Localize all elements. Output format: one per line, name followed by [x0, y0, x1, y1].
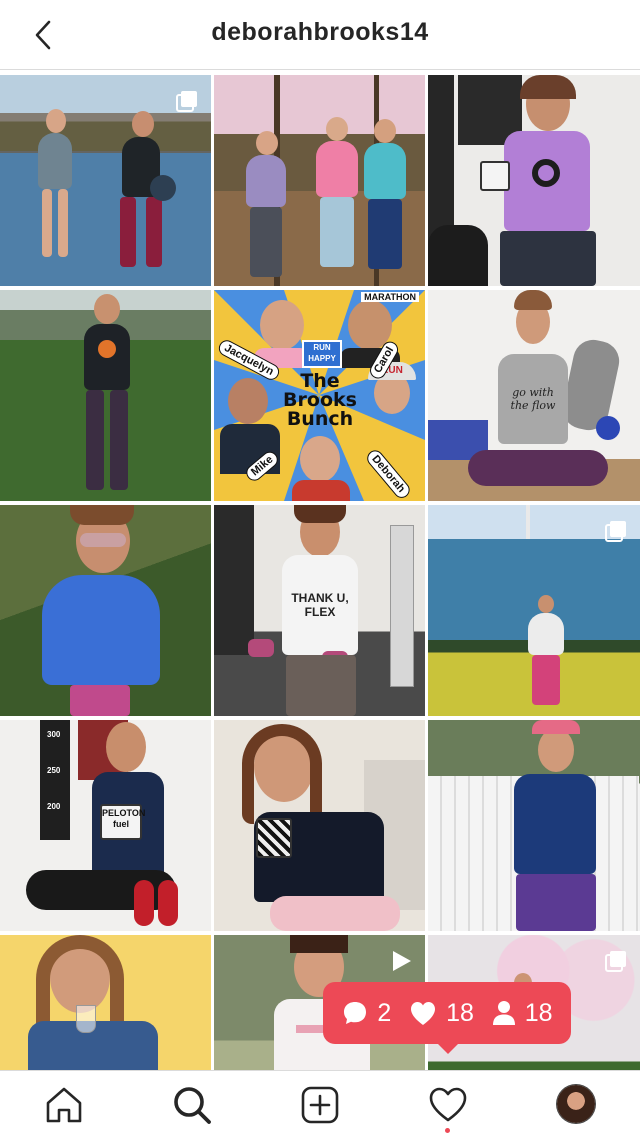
activity-notification-badge[interactable]: 2 18 18	[323, 982, 571, 1044]
nav-new-post-button[interactable]	[298, 1083, 342, 1127]
marathon-label: MARATHON	[361, 292, 419, 302]
mug-text: PELOTON fuel	[100, 804, 145, 840]
nav-home-button[interactable]	[42, 1083, 86, 1127]
post-thumbnail[interactable]	[214, 75, 425, 286]
gym-sign: 200	[44, 800, 64, 814]
post-thumbnail[interactable]	[428, 75, 640, 286]
shirt-text: go with the flow	[510, 386, 556, 412]
posts-grid: RUN MARATHON RUN HAPPY The Brooks Bunch …	[0, 75, 640, 1070]
post-thumbnail[interactable]: THANK U, FLEX	[214, 505, 425, 716]
add-post-icon	[301, 1086, 339, 1124]
post-thumbnail[interactable]: go with the flow	[428, 290, 640, 501]
gym-sign: 300	[44, 728, 64, 742]
post-thumbnail[interactable]	[0, 290, 211, 501]
nav-search-button[interactable]	[170, 1083, 214, 1127]
comment-icon	[344, 1002, 367, 1024]
carousel-icon	[604, 949, 628, 978]
post-thumbnail[interactable]	[0, 505, 211, 716]
nav-profile-avatar[interactable]	[557, 1085, 595, 1123]
post-thumbnail[interactable]	[428, 720, 640, 931]
gym-sign: 250	[44, 764, 64, 778]
graphic-title: The Brooks Bunch	[283, 370, 357, 430]
carousel-icon	[175, 89, 199, 118]
nav-activity-button[interactable]	[426, 1083, 470, 1127]
shirt-text: THANK U, FLEX	[291, 591, 349, 619]
likes-count-value: 18	[446, 998, 474, 1027]
run-happy-logo: RUN HAPPY	[302, 340, 342, 368]
followers-count: 18	[491, 999, 553, 1028]
post-thumbnail[interactable]: RUN MARATHON RUN HAPPY The Brooks Bunch …	[214, 290, 425, 501]
comments-count: 2	[341, 999, 391, 1028]
likes-count: 18	[408, 999, 474, 1028]
post-thumbnail[interactable]	[0, 75, 211, 286]
badge-pointer	[436, 1042, 460, 1054]
post-thumbnail[interactable]	[428, 505, 640, 716]
heart-outline-icon	[429, 1087, 467, 1122]
activity-indicator-dot	[445, 1128, 450, 1133]
comments-count-value: 2	[377, 998, 392, 1027]
post-thumbnail[interactable]	[0, 935, 211, 1070]
bottom-navigation	[0, 1070, 640, 1138]
video-icon	[389, 949, 413, 978]
profile-username-title: deborahbrooks14	[211, 18, 429, 46]
carousel-icon	[604, 519, 628, 548]
person-icon	[492, 1001, 515, 1025]
search-icon	[174, 1087, 211, 1124]
followers-count-value: 18	[524, 998, 553, 1027]
post-thumbnail[interactable]	[214, 720, 425, 931]
top-bar: deborahbrooks14	[0, 0, 640, 70]
post-thumbnail[interactable]: 300 250 200 PELOTON fuel	[0, 720, 211, 931]
home-icon	[46, 1087, 82, 1123]
heart-icon	[411, 1002, 436, 1025]
